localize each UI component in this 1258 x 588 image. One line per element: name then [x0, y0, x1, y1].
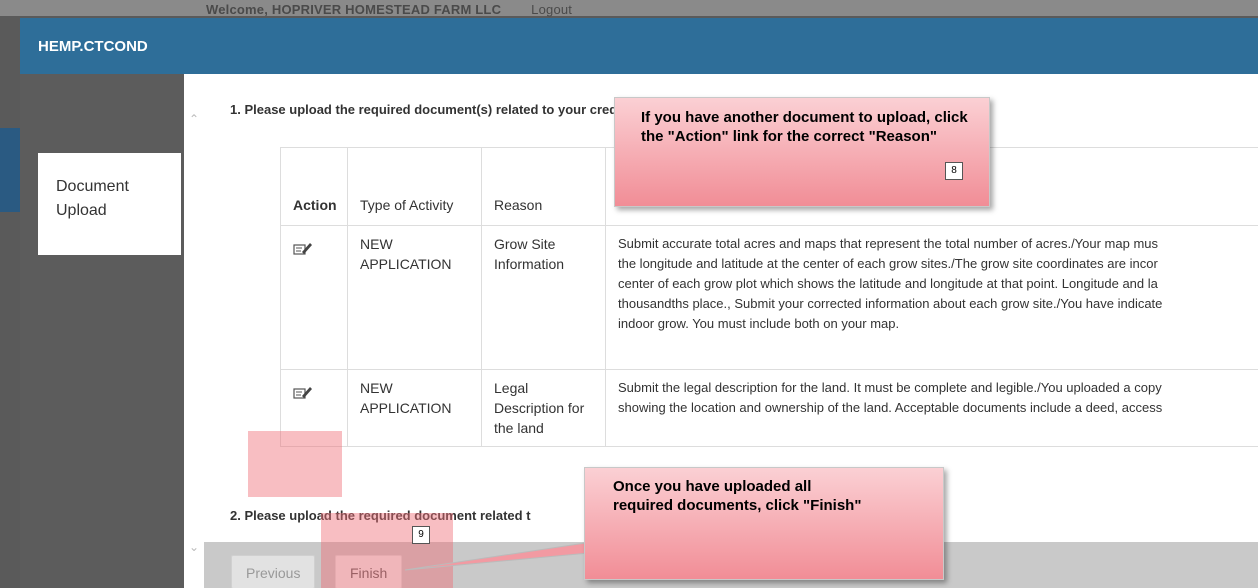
- wizard-sidebar: Document Upload: [20, 74, 184, 588]
- column-header-action: Action: [280, 147, 348, 226]
- callout-box: If you have another document to upload, …: [614, 97, 990, 207]
- activity-type-cell: NEW APPLICATION: [347, 225, 482, 370]
- description-cell: Submit accurate total acres and maps tha…: [605, 225, 1258, 370]
- action-cell: [280, 225, 348, 370]
- description-line: indoor grow. You must include both on yo…: [618, 316, 900, 331]
- description-line: Submit accurate total acres and maps tha…: [618, 236, 1159, 251]
- modal-title: HEMP.CTCOND: [38, 38, 148, 55]
- chevron-up-icon[interactable]: ⌃: [189, 112, 199, 126]
- background-topbar: [0, 0, 1258, 16]
- scrollbar[interactable]: ⌃ ⌄: [184, 74, 204, 588]
- activity-type-cell: NEW APPLICATION: [347, 369, 482, 447]
- description-line: center of each grow plot which shows the…: [618, 276, 1158, 291]
- background-side-tab: [0, 128, 20, 212]
- description-line: the longitude and latitude at the center…: [618, 256, 1158, 271]
- column-header-reason: Reason: [481, 147, 606, 226]
- edit-icon[interactable]: [293, 384, 313, 400]
- question-1-heading: 1. Please upload the required document(s…: [230, 102, 652, 117]
- welcome-banner: Welcome, HOPRIVER HOMESTEAD FARM LLC Logo…: [206, 2, 572, 17]
- reason-cell: Legal Description for the land: [481, 369, 606, 447]
- logout-link[interactable]: Logout: [531, 2, 572, 17]
- chevron-down-icon[interactable]: ⌄: [189, 540, 199, 554]
- callout-text: Once you have uploaded all required docu…: [613, 478, 862, 514]
- description-line: Submit the legal description for the lan…: [618, 380, 1162, 395]
- table-row: NEW APPLICATION Grow Site Information Su…: [280, 225, 1258, 370]
- question-2-heading: 2. Please upload the required document r…: [230, 508, 531, 523]
- description-line: showing the location and ownership of th…: [618, 400, 1163, 415]
- action-cell: [280, 369, 348, 447]
- edit-icon[interactable]: [293, 240, 313, 256]
- sidebar-item-document-upload[interactable]: Document Upload: [38, 153, 181, 255]
- step-badge: 9: [412, 526, 430, 544]
- welcome-text: Welcome, HOPRIVER HOMESTEAD FARM LLC: [206, 2, 502, 17]
- previous-button[interactable]: Previous: [231, 555, 316, 588]
- callout-box: Once you have uploaded all required docu…: [584, 467, 944, 580]
- column-header-type: Type of Activity: [347, 147, 482, 226]
- modal-header: HEMP.CTCOND: [20, 18, 1258, 74]
- description-cell: Submit the legal description for the lan…: [605, 369, 1258, 447]
- finish-button[interactable]: Finish: [335, 555, 403, 588]
- reason-cell: Grow Site Information: [481, 225, 606, 370]
- description-line: thousandths place., Submit your correcte…: [618, 296, 1163, 311]
- callout-text: If you have another document to upload, …: [641, 109, 968, 145]
- step-badge: 8: [945, 162, 963, 180]
- sidebar-item-label: Document Upload: [56, 178, 129, 219]
- table-row: NEW APPLICATION Legal Description for th…: [280, 369, 1258, 447]
